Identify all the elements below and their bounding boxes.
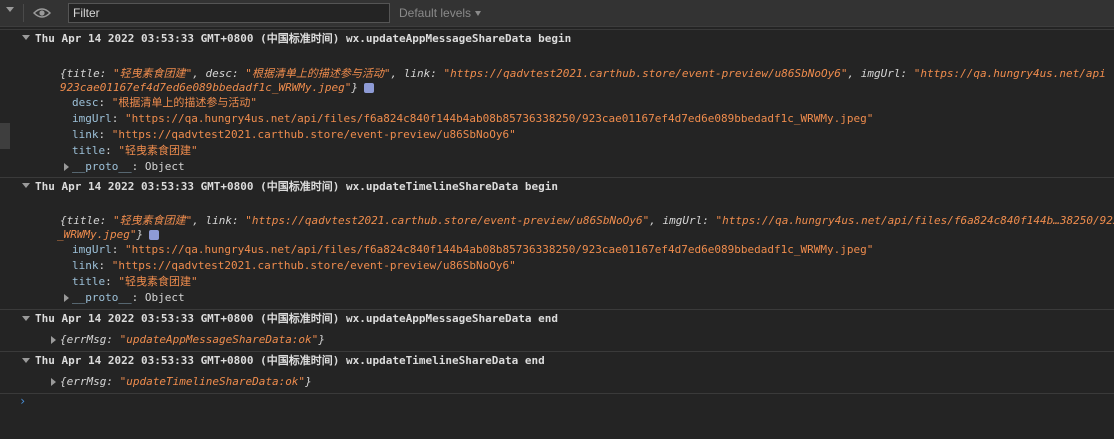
prompt-divider bbox=[0, 393, 1114, 394]
log-header[interactable]: Thu Apr 14 2022 03:53:33 GMT+0800 (中国标准时… bbox=[35, 179, 558, 195]
log-header[interactable]: Thu Apr 14 2022 03:53:33 GMT+0800 (中国标准时… bbox=[35, 353, 545, 369]
proto-row[interactable]: __proto__: Object bbox=[72, 290, 185, 306]
object-preview[interactable]: {title: "轻曳素食团建", link: "https://qadvtes… bbox=[60, 213, 1114, 229]
log-entry: Thu Apr 14 2022 03:53:33 GMT+0800 (中国标准时… bbox=[0, 351, 1114, 393]
chevron-right-icon[interactable]: › bbox=[19, 394, 26, 408]
caret-down-icon[interactable] bbox=[22, 316, 30, 321]
property-row: imgUrl: "https://qa.hungry4us.net/api/fi… bbox=[72, 112, 874, 125]
property-row: imgUrl: "https://qa.hungry4us.net/api/fi… bbox=[72, 243, 874, 256]
log-entry: Thu Apr 14 2022 03:53:33 GMT+0800 (中国标准时… bbox=[0, 309, 1114, 351]
caret-down-icon[interactable] bbox=[6, 7, 14, 12]
property-row: link: "https://qadvtest2021.carthub.stor… bbox=[72, 259, 516, 272]
filter-input[interactable] bbox=[68, 3, 390, 23]
result-object[interactable]: {errMsg: "updateTimelineShareData:ok"} bbox=[60, 374, 312, 390]
log-levels-dropdown[interactable]: Default levels bbox=[399, 6, 482, 20]
log-entry: Thu Apr 14 2022 03:53:33 GMT+0800 (中国标准时… bbox=[0, 177, 1114, 309]
caret-right-icon[interactable] bbox=[64, 294, 69, 302]
console-toolbar: Default levels bbox=[0, 0, 1114, 27]
property-row: title: "轻曳素食团建" bbox=[72, 144, 198, 157]
caret-right-icon[interactable] bbox=[51, 336, 56, 344]
caret-down-icon[interactable] bbox=[22, 35, 30, 40]
log-levels-label: Default levels bbox=[399, 6, 472, 20]
info-badge-icon[interactable] bbox=[364, 83, 375, 93]
chevron-down-icon bbox=[475, 11, 482, 17]
caret-down-icon[interactable] bbox=[22, 358, 30, 363]
property-row: desc: "根据清单上的描述参与活动" bbox=[72, 96, 257, 109]
object-preview-continued: _WRWMy.jpeg"} bbox=[57, 227, 160, 243]
caret-down-icon[interactable] bbox=[22, 183, 30, 188]
log-entry: Thu Apr 14 2022 03:53:33 GMT+0800 (中国标准时… bbox=[0, 29, 1114, 177]
caret-right-icon[interactable] bbox=[51, 378, 56, 386]
object-preview-continued: 923cae01167ef4d7ed6e089bbedadf1c_WRWMy.j… bbox=[60, 80, 375, 96]
log-header[interactable]: Thu Apr 14 2022 03:53:33 GMT+0800 (中国标准时… bbox=[35, 311, 558, 327]
caret-right-icon[interactable] bbox=[64, 163, 69, 171]
property-row: link: "https://qadvtest2021.carthub.stor… bbox=[72, 128, 516, 141]
eye-icon[interactable] bbox=[33, 6, 51, 20]
log-header[interactable]: Thu Apr 14 2022 03:53:33 GMT+0800 (中国标准时… bbox=[35, 31, 571, 47]
proto-row[interactable]: __proto__: Object bbox=[72, 159, 185, 175]
info-badge-icon[interactable] bbox=[149, 230, 160, 240]
property-row: title: "轻曳素食团建" bbox=[72, 275, 198, 288]
toolbar-divider bbox=[23, 4, 24, 22]
result-object[interactable]: {errMsg: "updateAppMessageShareData:ok"} bbox=[60, 332, 325, 348]
